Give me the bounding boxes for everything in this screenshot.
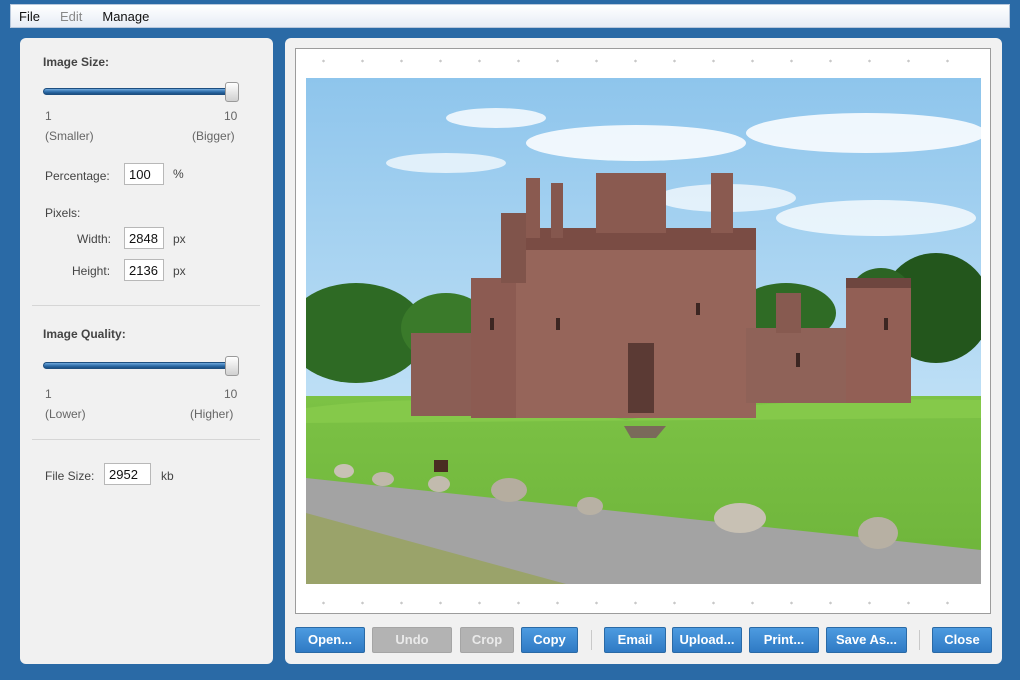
image-size-title: Image Size: <box>43 55 110 69</box>
width-label: Width: <box>77 232 112 246</box>
height-unit: px <box>173 264 186 278</box>
image-size-slider-thumb[interactable] <box>225 82 239 102</box>
image-quality-slider[interactable] <box>43 362 239 369</box>
image-quality-max-label: 10 <box>224 387 238 401</box>
castle-photo-image <box>306 78 981 584</box>
menu-bar: File Edit Manage <box>10 4 1010 28</box>
image-quality-min-label: 1 <box>45 387 52 401</box>
frame-dots-top <box>304 59 982 63</box>
save-as-button[interactable]: Save As... <box>826 627 907 653</box>
image-quality-title: Image Quality: <box>43 327 126 341</box>
copy-button[interactable]: Copy <box>521 627 578 653</box>
image-preview-frame <box>295 48 991 614</box>
image-quality-min-hint: (Lower) <box>45 407 86 421</box>
image-size-max-label: 10 <box>224 109 238 123</box>
toolbar-separator <box>919 630 920 650</box>
menu-file[interactable]: File <box>19 9 40 24</box>
percentage-label: Percentage: <box>45 169 110 183</box>
width-unit: px <box>173 232 186 246</box>
percentage-unit: % <box>173 167 184 181</box>
width-input[interactable] <box>124 227 164 249</box>
image-size-min-label: 1 <box>45 109 52 123</box>
menu-edit[interactable]: Edit <box>60 9 82 24</box>
image-quality-max-hint: (Higher) <box>190 407 234 421</box>
height-input[interactable] <box>124 259 164 281</box>
image-editor-window: File Edit Manage Image Size: 1 10 (Small… <box>0 0 1020 680</box>
section-divider <box>32 305 260 306</box>
image-size-max-hint: (Bigger) <box>192 129 235 143</box>
crop-button[interactable]: Crop <box>460 627 514 653</box>
file-size-label: File Size: <box>45 469 95 483</box>
image-size-slider[interactable] <box>43 88 239 95</box>
castle-photo[interactable] <box>306 78 981 584</box>
frame-dots-bottom <box>304 601 982 605</box>
preview-panel: Open... Undo Crop Copy Email Upload... P… <box>285 38 1002 664</box>
settings-panel: Image Size: 1 10 (Smaller) (Bigger) Perc… <box>20 38 273 664</box>
image-size-min-hint: (Smaller) <box>45 129 94 143</box>
height-label: Height: <box>72 264 111 278</box>
upload-button[interactable]: Upload... <box>672 627 742 653</box>
open-button[interactable]: Open... <box>295 627 365 653</box>
percentage-input[interactable] <box>124 163 164 185</box>
image-quality-slider-thumb[interactable] <box>225 356 239 376</box>
file-size-input[interactable] <box>104 463 151 485</box>
menu-manage[interactable]: Manage <box>102 9 149 24</box>
email-button[interactable]: Email <box>604 627 666 653</box>
close-button[interactable]: Close <box>932 627 992 653</box>
section-divider <box>32 439 260 440</box>
file-size-unit: kb <box>161 469 174 483</box>
pixels-label: Pixels: <box>45 206 81 220</box>
print-button[interactable]: Print... <box>749 627 819 653</box>
undo-button[interactable]: Undo <box>372 627 452 653</box>
toolbar-separator <box>591 630 592 650</box>
